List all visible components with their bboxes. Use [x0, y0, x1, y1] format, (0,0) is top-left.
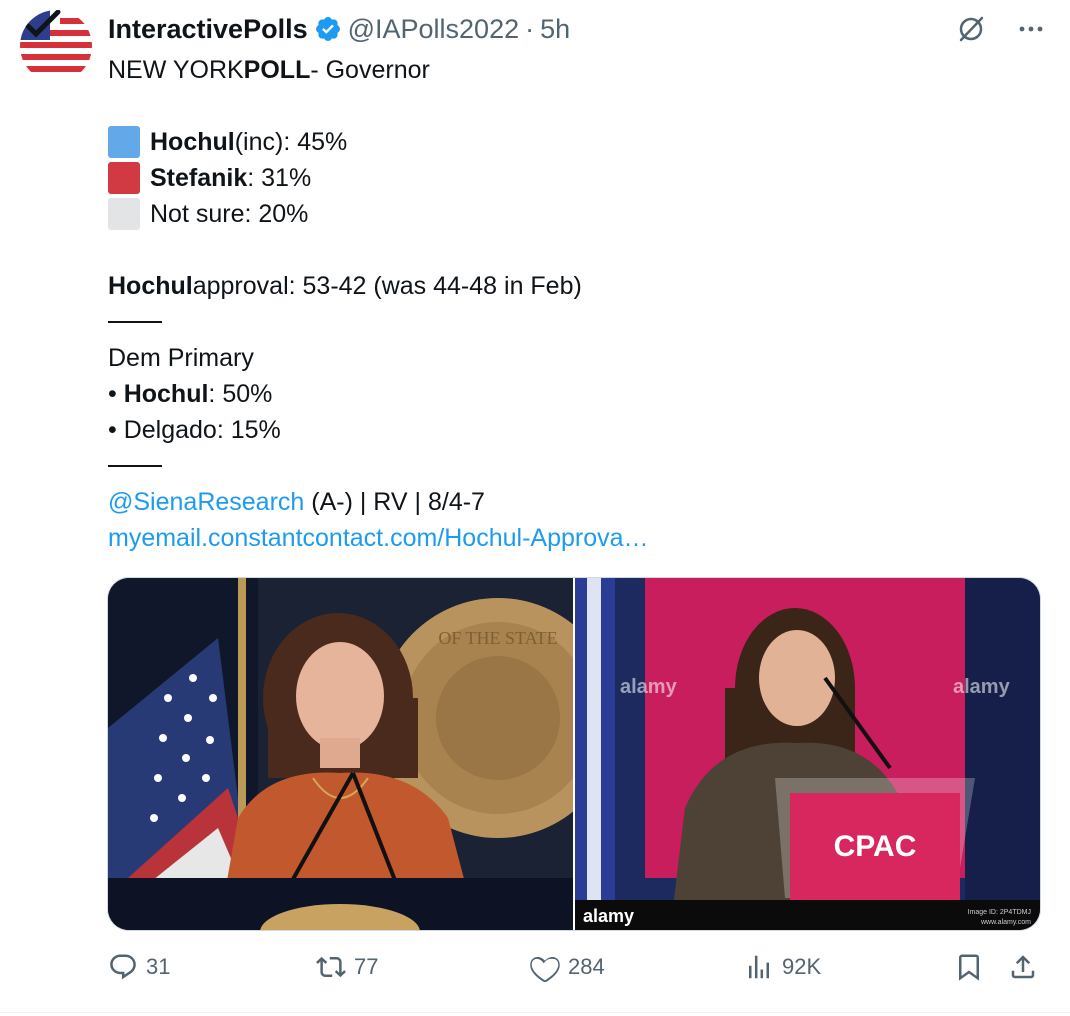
source-line: @SienaResearch (A-) | RV | 8/4-7 — [108, 484, 1028, 520]
poll-title: NEW YORK POLL - Governor — [108, 52, 1028, 88]
image-id-text: Image ID: 2P4TDMJ — [968, 909, 1031, 916]
reply-count: 31 — [146, 954, 171, 979]
watermark-text: alamy — [583, 906, 634, 926]
tweet-time[interactable]: 5h — [540, 14, 570, 45]
views-button[interactable]: 92K — [744, 952, 821, 982]
title-part: - Governor — [310, 56, 430, 84]
approval-line: Hochul approval: 53-42 (was 44-48 in Feb… — [108, 268, 1028, 304]
primary-name: Hochul — [123, 380, 209, 408]
seal-text: OF THE STATE — [438, 628, 557, 648]
source-mention-link[interactable]: @SienaResearch — [108, 484, 304, 520]
author-handle[interactable]: @IAPolls2022 — [348, 14, 520, 45]
views-icon — [749, 955, 769, 979]
repost-count: 77 — [354, 954, 379, 979]
like-count: 284 — [568, 954, 605, 979]
article-link[interactable]: myemail.constantcontact.com/Hochul-Appro… — [108, 520, 649, 556]
reply-button[interactable]: 31 — [108, 952, 170, 982]
share-icon — [1011, 955, 1035, 979]
candidate-name: Hochul — [150, 128, 235, 156]
repost-icon — [316, 956, 346, 978]
tweet-text: NEW YORK POLL - Governor Hochul (inc): 4… — [108, 52, 1028, 556]
grok-icon[interactable] — [956, 14, 986, 44]
like-button[interactable]: 284 — [530, 952, 605, 982]
views-count: 92K — [782, 954, 822, 979]
separator-dot: · — [525, 13, 535, 44]
primary-hochul: • Hochul : 50% — [108, 376, 1028, 412]
candidate-name: Stefanik — [150, 164, 248, 192]
bookmark-button[interactable] — [954, 952, 984, 982]
title-part: NEW YORK — [108, 56, 244, 84]
candidate-result: : 31% — [247, 164, 312, 192]
title-bold: POLL — [243, 56, 311, 84]
share-button[interactable] — [1008, 952, 1038, 982]
divider — [108, 448, 1028, 484]
url-line: myemail.constantcontact.com/Hochul-Appro… — [108, 520, 1028, 556]
source-details: (A-) | RV | 8/4-7 — [304, 488, 485, 516]
candidate-result: Not sure: 20% — [150, 200, 309, 228]
verified-badge-icon[interactable] — [314, 15, 342, 43]
bookmark-icon — [959, 954, 979, 981]
divider — [108, 304, 1028, 340]
author-avatar[interactable] — [20, 10, 92, 82]
blue-square-icon — [108, 126, 140, 158]
like-icon — [530, 956, 560, 982]
watermark-text: alamy — [953, 676, 1011, 698]
repost-button[interactable]: 77 — [316, 952, 378, 982]
candidate-result: (inc): 45% — [234, 128, 348, 156]
watermark-text: alamy — [620, 676, 678, 698]
result-hochul: Hochul (inc): 45% — [108, 124, 1028, 160]
image-url-text: www.alamy.com — [980, 919, 1031, 926]
top-actions — [956, 14, 1046, 44]
result-stefanik: Stefanik : 31% — [108, 160, 1028, 196]
photo-stefanik[interactable]: CPAC alamy alamy alamy Image ID: 2P4TDMJ… — [575, 578, 1040, 930]
primary-result: : 50% — [208, 380, 273, 408]
podium-text: CPAC — [834, 830, 917, 863]
author-name[interactable]: InteractivePolls — [108, 14, 308, 45]
primary-delgado: • Delgado: 15% — [108, 412, 1028, 448]
primary-title: Dem Primary — [108, 344, 254, 372]
media-grid: OF THE STATE CPAC alamy alamy alamy Imag… — [107, 577, 1041, 931]
approval-text: approval: 53-42 (was 44-48 in Feb) — [192, 272, 582, 300]
tweet-header: InteractivePolls @IAPolls2022 · 5h — [108, 12, 570, 46]
primary-result: Delgado: 15% — [123, 416, 281, 444]
action-bar: 31 77 284 92K — [108, 952, 1038, 992]
white-square-icon — [108, 198, 140, 230]
bullet: • — [108, 416, 124, 444]
photo-hochul[interactable]: OF THE STATE — [108, 578, 573, 930]
bullet: • — [108, 380, 124, 408]
approval-name: Hochul — [108, 272, 193, 300]
result-not-sure: Not sure: 20% — [108, 196, 1028, 232]
reply-icon — [110, 954, 136, 980]
red-square-icon — [108, 162, 140, 194]
tweet[interactable]: InteractivePolls @IAPolls2022 · 5h NEW Y… — [0, 0, 1070, 1016]
more-icon[interactable] — [1016, 14, 1046, 44]
divider — [0, 1012, 1070, 1013]
